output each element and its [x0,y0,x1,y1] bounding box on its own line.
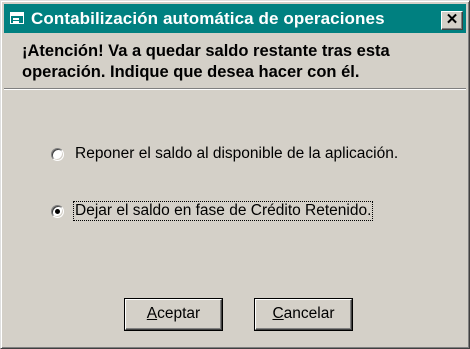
radio-credito-retenido[interactable] [51,204,64,218]
warning-message: ¡Atención! Va a quedar saldo restante tr… [22,41,462,83]
message-line-1: ¡Atención! Va a quedar saldo restante tr… [22,42,390,60]
cancel-mnemonic: C [272,305,284,322]
cancel-button[interactable]: Cancelar [255,299,352,330]
radio-reponer-saldo[interactable] [51,147,64,161]
option-reponer-saldo[interactable]: Reponer el saldo al disponible de la apl… [51,144,399,164]
option-label[interactable]: Dejar el saldo en fase de Crédito Reteni… [72,201,374,221]
title-bar[interactable]: Contabilización automática de operacione… [4,4,466,33]
window-title: Contabilización automática de operacione… [31,9,385,28]
option-label[interactable]: Reponer el saldo al disponible de la apl… [74,145,399,163]
accept-mnemonic: A [146,305,158,322]
message-line-2: operación. Indique que desea hacer con é… [22,63,360,81]
accept-label: ceptar [157,305,201,322]
accept-button[interactable]: Aceptar [125,299,222,330]
dialog-window: Contabilización automática de operacione… [0,0,470,349]
window-app-icon [10,12,24,24]
close-icon: ✕ [445,11,459,28]
option-credito-retenido[interactable]: Dejar el saldo en fase de Crédito Reteni… [51,201,374,221]
cancel-label: ancelar [283,305,335,322]
close-button[interactable]: ✕ [441,11,463,30]
separator [4,88,466,90]
